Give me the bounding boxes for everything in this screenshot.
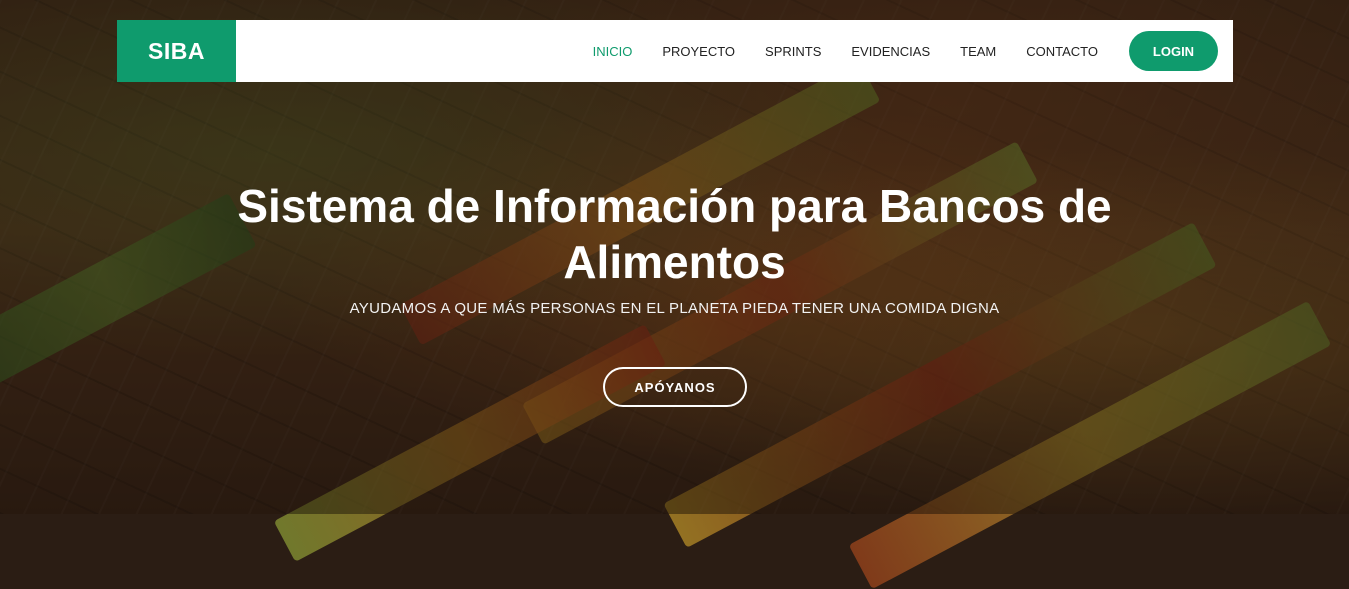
nav-item-proyecto[interactable]: PROYECTO — [662, 44, 735, 59]
nav-item-contacto[interactable]: CONTACTO — [1026, 44, 1098, 59]
hero-subtitle: AYUDAMOS A QUE MÁS PERSONAS EN EL PLANET… — [349, 300, 1000, 317]
main-nav: INICIO PROYECTO SPRINTS EVIDENCIAS TEAM … — [578, 31, 1218, 71]
nav-item-inicio[interactable]: INICIO — [593, 44, 633, 59]
login-button[interactable]: LOGIN — [1129, 31, 1218, 71]
support-us-button[interactable]: APÓYANOS — [603, 367, 747, 407]
nav-item-evidencias[interactable]: EVIDENCIAS — [851, 44, 930, 59]
nav-item-team[interactable]: TEAM — [960, 44, 996, 59]
site-header: SIBA INICIO PROYECTO SPRINTS EVIDENCIAS … — [117, 20, 1233, 82]
hero-title: Sistema de Información para Bancos de Al… — [237, 180, 1112, 288]
site-logo[interactable]: SIBA — [117, 20, 236, 82]
nav-item-sprints[interactable]: SPRINTS — [765, 44, 821, 59]
